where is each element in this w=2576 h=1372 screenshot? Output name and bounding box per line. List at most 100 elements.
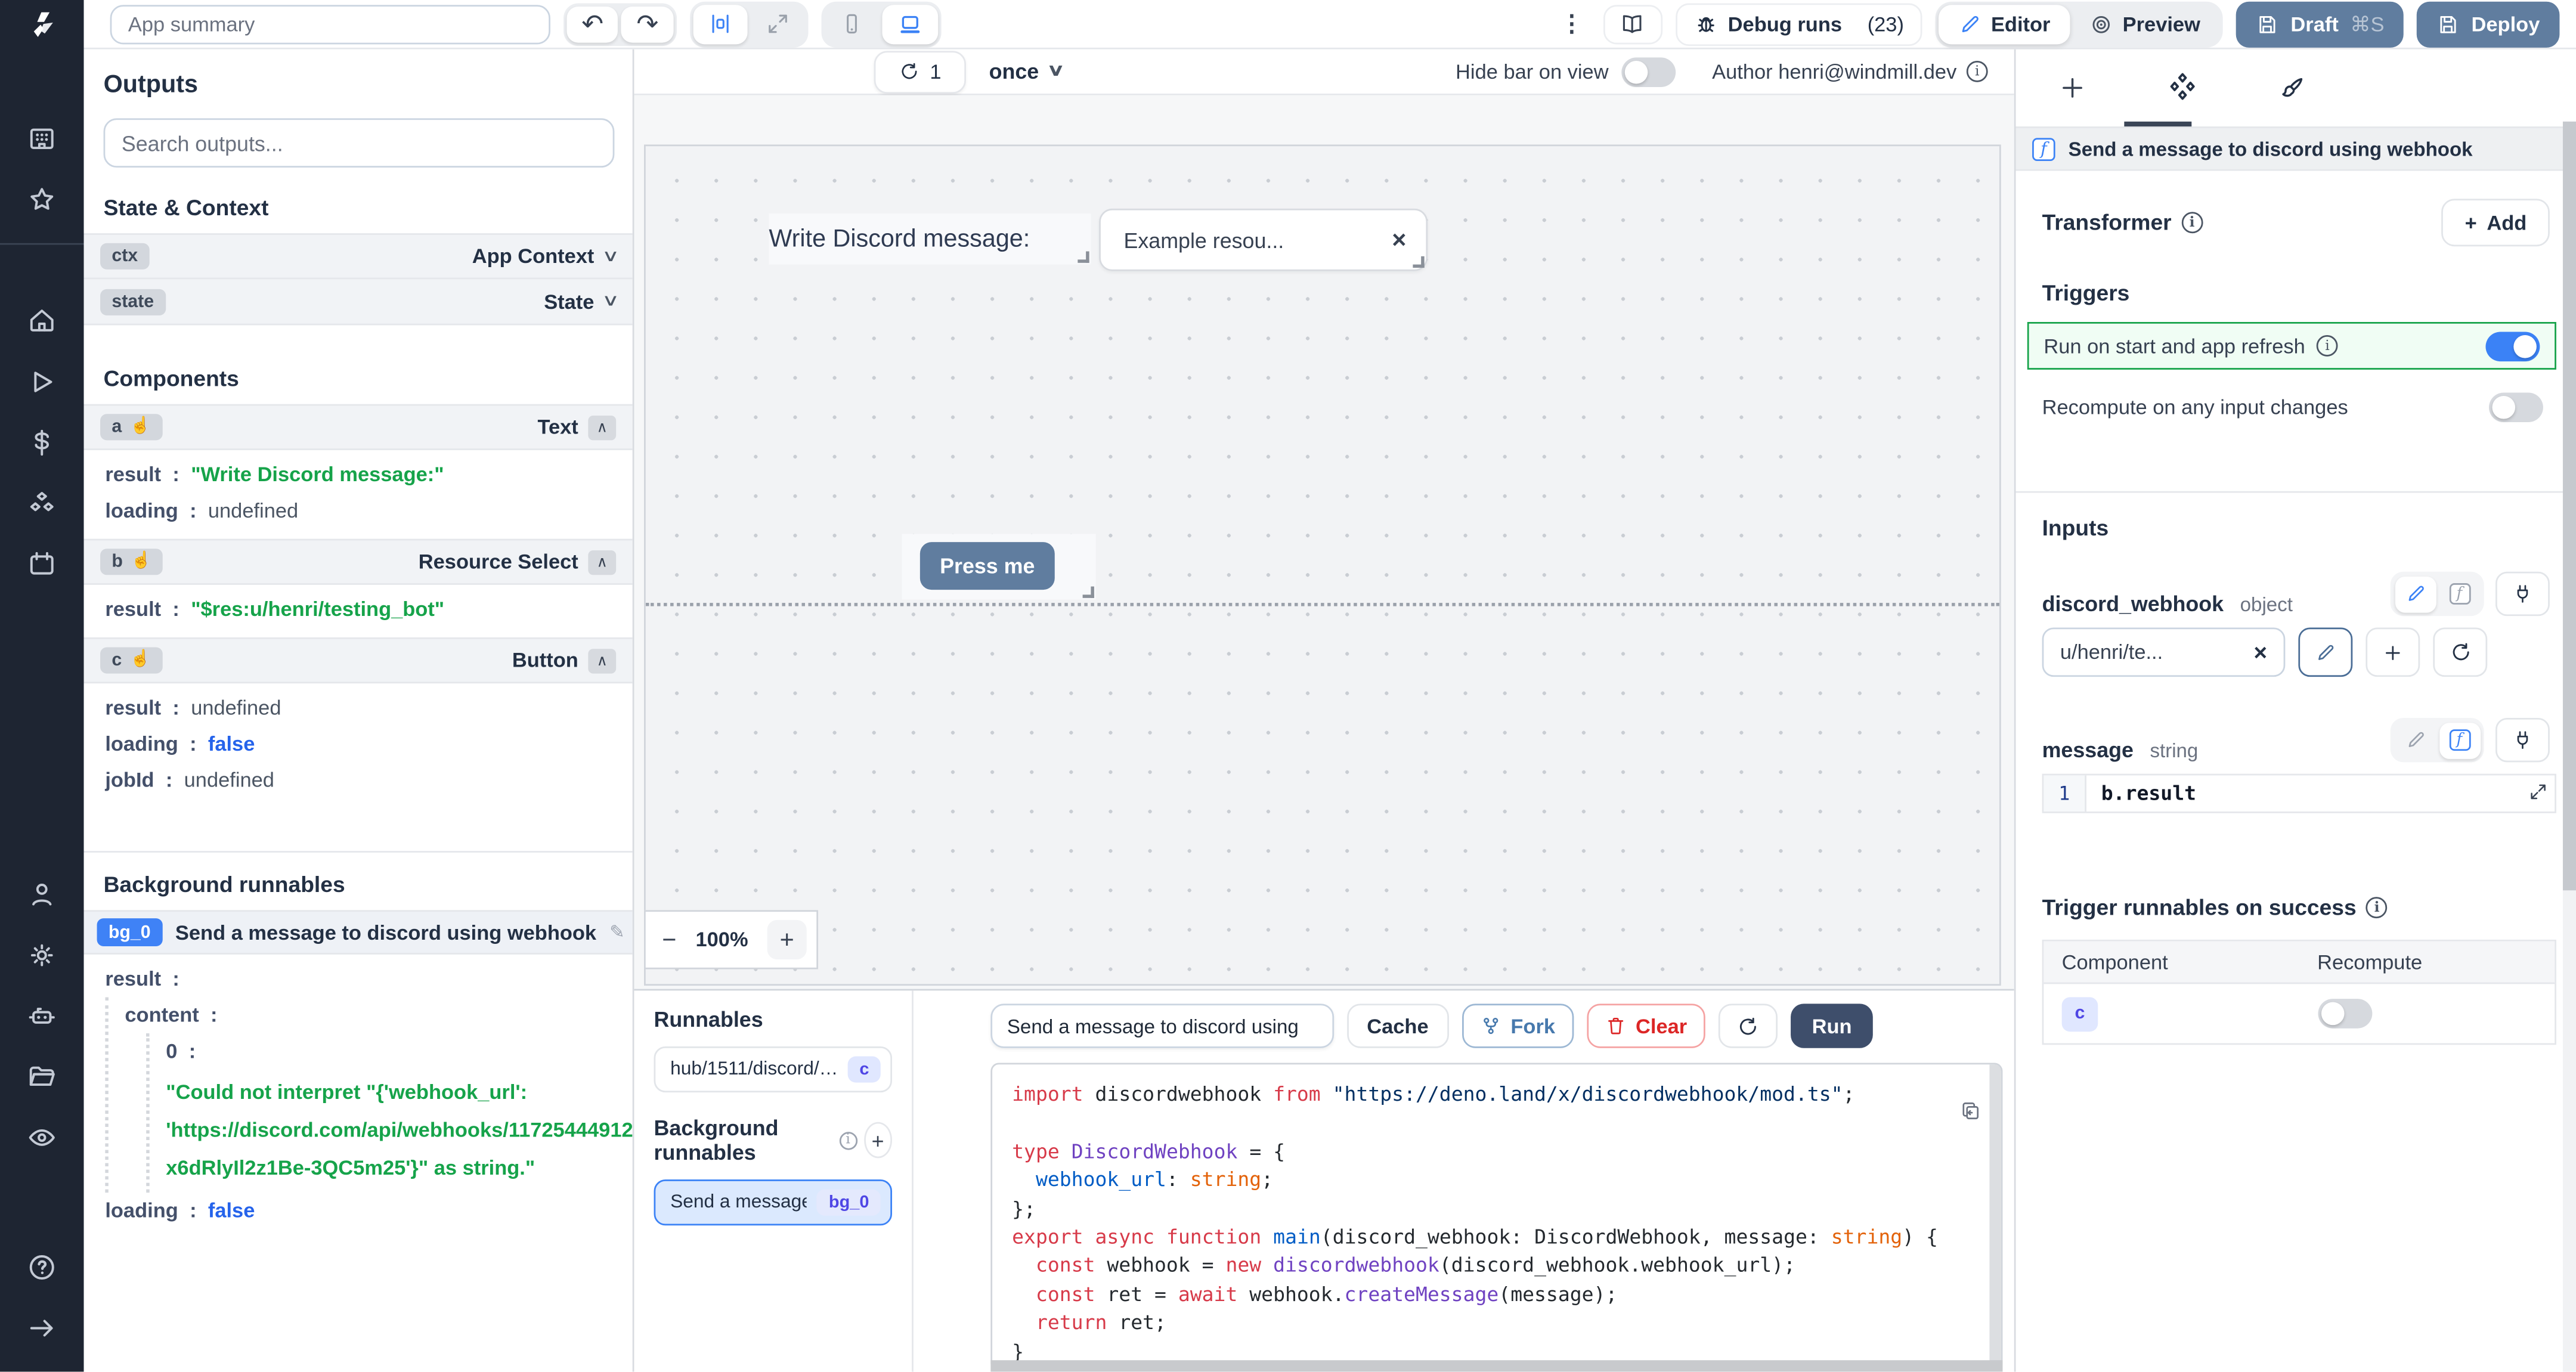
resize-handle[interactable] xyxy=(1082,586,1094,598)
frequency-select[interactable]: once ∨ xyxy=(989,59,1066,83)
home-icon[interactable] xyxy=(14,293,70,349)
tab-insert-plus-icon[interactable] xyxy=(2050,63,2093,113)
bg0-row[interactable]: bg_0 Send a message to discord using web… xyxy=(83,910,633,955)
chevron-down-icon[interactable]: ∨ xyxy=(601,247,619,265)
chevron-up-icon[interactable]: ∧ xyxy=(588,414,617,439)
eye-icon[interactable] xyxy=(14,1109,70,1165)
ctx-row[interactable]: ctx App Context ∨ xyxy=(83,233,633,280)
copy-icon[interactable] xyxy=(1960,1101,1981,1122)
function-mode-icon[interactable]: f xyxy=(2438,721,2480,758)
tab-components-diamonds-icon[interactable] xyxy=(2160,63,2203,113)
component-c-row[interactable]: c ☝ Button ∧ xyxy=(83,637,633,684)
draft-button[interactable]: Draft ⌘S xyxy=(2236,1,2404,47)
gear-icon[interactable] xyxy=(14,927,70,983)
code-horizontal-scrollbar[interactable] xyxy=(990,1360,2003,1372)
zoom-in-button[interactable]: + xyxy=(767,919,807,959)
edit-resource-button[interactable] xyxy=(2298,627,2353,677)
expand-editor-icon[interactable] xyxy=(2528,782,2548,801)
tab-editor[interactable]: Editor xyxy=(1938,4,2070,44)
tab-styling-brush-icon[interactable] xyxy=(2271,63,2314,113)
add-bg-runnable-button[interactable]: + xyxy=(863,1122,893,1159)
app-summary-input[interactable] xyxy=(110,4,550,44)
plug-icon[interactable] xyxy=(2495,717,2550,763)
component-c-badge: c ☝ xyxy=(100,647,162,674)
message-expression-editor[interactable]: 1 b.result xyxy=(2042,773,2556,813)
code-vertical-scrollbar[interactable] xyxy=(1989,1064,2001,1370)
code-editor-panel: Cache Fork Clear Run import disco xyxy=(914,990,2014,1372)
user-icon[interactable] xyxy=(14,866,70,922)
ctx-badge: ctx xyxy=(100,243,150,270)
refresh-count-button[interactable]: 1 xyxy=(874,50,966,93)
state-row[interactable]: state State ∨ xyxy=(83,279,633,326)
mobile-icon[interactable] xyxy=(825,4,879,44)
fork-button[interactable]: Fork xyxy=(1461,1004,1574,1048)
more-menu-icon[interactable]: ⋮ xyxy=(1554,10,1590,38)
webhook-mode-segment: f xyxy=(2390,571,2484,617)
code-toolbar: Cache Fork Clear Run xyxy=(990,1004,2002,1048)
cache-button[interactable]: Cache xyxy=(1347,1004,1448,1048)
clear-button[interactable]: Clear xyxy=(1586,1004,1705,1048)
undo-button[interactable]: ↶ xyxy=(566,5,619,42)
help-icon[interactable] xyxy=(14,1238,70,1294)
runnable-name-input[interactable] xyxy=(990,1004,1335,1048)
resize-handle[interactable] xyxy=(1078,251,1089,263)
text-component[interactable]: Write Discord message: xyxy=(769,213,1091,265)
function-mode-icon[interactable]: f xyxy=(2439,576,2480,612)
cubes-icon[interactable] xyxy=(14,476,70,532)
play-icon[interactable] xyxy=(14,354,70,410)
resize-handle[interactable] xyxy=(1413,256,1425,268)
static-edit-icon[interactable] xyxy=(2395,722,2436,758)
canvas-grid[interactable]: Write Discord message: Example resou... … xyxy=(643,144,2001,986)
runnable-settings-panel: f Send a message to discord using webhoo… xyxy=(2014,49,2576,1372)
arrow-right-icon[interactable] xyxy=(14,1299,70,1355)
plug-icon[interactable] xyxy=(2495,571,2550,617)
dollar-icon[interactable] xyxy=(14,415,70,471)
desktop-icon[interactable] xyxy=(881,4,938,44)
docs-book-button[interactable] xyxy=(1603,4,1662,44)
run-button[interactable]: Run xyxy=(1790,1004,1874,1048)
chevron-down-icon[interactable]: ∨ xyxy=(601,292,619,310)
refresh-resource-button[interactable] xyxy=(2433,627,2488,677)
chevron-up-icon[interactable]: ∧ xyxy=(588,549,617,574)
resource-picker[interactable]: u/henri/te... × xyxy=(2042,627,2286,677)
chevron-up-icon[interactable]: ∧ xyxy=(588,648,617,673)
zoom-out-button[interactable]: − xyxy=(662,925,676,953)
redo-button[interactable]: ↷ xyxy=(621,5,674,42)
deploy-button[interactable]: Deploy xyxy=(2417,1,2560,47)
component-b-badge: b ☝ xyxy=(100,549,163,575)
folder-icon[interactable] xyxy=(14,1048,70,1104)
clear-icon[interactable]: × xyxy=(1392,226,1406,254)
bg-runnable-item-selected[interactable]: Send a message... bg_0 xyxy=(654,1179,893,1226)
panel-scrollbar-thumb[interactable] xyxy=(2562,121,2576,891)
expand-icon[interactable] xyxy=(751,4,805,44)
component-a-row[interactable]: a ☝ Text ∧ xyxy=(83,404,633,450)
static-edit-icon[interactable] xyxy=(2394,575,2436,612)
star-icon[interactable] xyxy=(14,172,70,228)
search-outputs-input[interactable] xyxy=(103,118,615,168)
center-content-button[interactable] xyxy=(693,4,748,44)
code-editor[interactable]: import discordwebhook from "https://deno… xyxy=(990,1063,2003,1372)
runnable-item[interactable]: hub/1511/discord/se... c xyxy=(654,1046,893,1093)
calendar-icon[interactable] xyxy=(14,537,70,593)
clear-icon[interactable]: × xyxy=(2253,639,2267,665)
robot-icon[interactable] xyxy=(14,987,70,1043)
hide-bar-toggle[interactable] xyxy=(1621,57,1676,86)
add-transformer-button[interactable]: + Add xyxy=(2442,199,2550,247)
add-resource-button[interactable] xyxy=(2366,627,2420,677)
windmill-logo-icon[interactable] xyxy=(0,0,84,49)
pencil-icon[interactable]: ✎ xyxy=(609,922,624,943)
trigger-success-title: Trigger runnables on success i xyxy=(2042,896,2388,920)
tab-preview[interactable]: Preview xyxy=(2070,4,2220,44)
reload-icon[interactable] xyxy=(1718,1004,1778,1048)
resource-select-component[interactable]: Example resou... × xyxy=(1099,208,1428,271)
debug-runs-button[interactable]: Debug runs (23) xyxy=(1675,2,1922,45)
component-b-row[interactable]: b ☝ Resource Select ∧ xyxy=(83,538,633,585)
recompute-toggle[interactable] xyxy=(2488,392,2543,422)
discord-webhook-value-row: u/henri/te... × xyxy=(2042,627,2550,677)
press-me-button[interactable]: Press me xyxy=(919,542,1055,590)
component-a-badge: a ☝ xyxy=(100,414,162,441)
building-icon[interactable] xyxy=(14,111,70,167)
run-on-start-toggle[interactable] xyxy=(2485,331,2540,361)
recompute-c-toggle[interactable] xyxy=(2317,999,2371,1029)
